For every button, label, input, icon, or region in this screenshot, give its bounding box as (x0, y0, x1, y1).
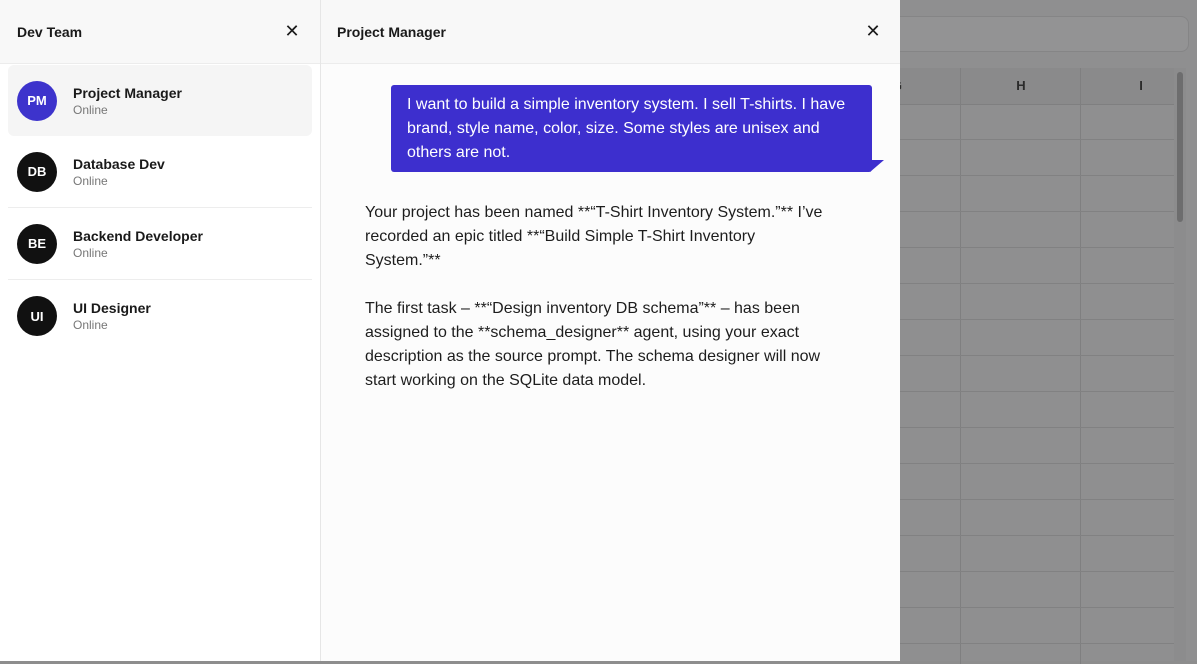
grid-row (900, 536, 1174, 572)
member-name: UI Designer (73, 300, 151, 316)
member-item-database-dev[interactable]: DB Database Dev Online (8, 136, 312, 208)
member-status: Online (73, 102, 108, 117)
chat-panel: Project Manager ✕ I want to build a simp… (321, 0, 900, 661)
member-item-backend-developer[interactable]: BE Backend Developer Online (8, 208, 312, 280)
avatar: UI (17, 296, 57, 336)
scrollbar-thumb[interactable] (1177, 72, 1183, 222)
team-sidebar: Dev Team ✕ PM Project Manager Online DB … (0, 0, 321, 661)
close-icon: ✕ (284, 21, 300, 42)
avatar: PM (17, 80, 57, 121)
grid-row (900, 284, 1174, 320)
grid-row (900, 572, 1174, 608)
close-sidebar-button[interactable]: ✕ (281, 21, 303, 43)
assistant-message: Your project has been named **“T-Shirt I… (365, 201, 825, 417)
assistant-paragraph: Your project has been named **“T-Shirt I… (365, 204, 823, 269)
column-header-h: H (960, 68, 1081, 104)
grid-row (900, 608, 1174, 644)
sidebar-title: Dev Team (17, 23, 83, 40)
member-name: Backend Developer (73, 227, 203, 244)
grid-row (900, 104, 1174, 140)
column-header-row: G H I (892, 68, 1174, 105)
grid-row (900, 428, 1174, 464)
grid-row (900, 140, 1174, 176)
member-item-ui-designer[interactable]: UI UI Designer Online (8, 280, 312, 352)
member-item-project-manager[interactable]: PM Project Manager Online (8, 65, 312, 136)
grid-row (900, 356, 1174, 392)
grid-row (900, 320, 1174, 356)
member-list: PM Project Manager Online DB Database De… (0, 65, 320, 352)
grid-row (900, 464, 1174, 500)
grid-row (900, 392, 1174, 428)
user-message-bubble: I want to build a simple inventory syste… (391, 85, 872, 172)
avatar: BE (17, 223, 57, 264)
sidebar-header: Dev Team ✕ (0, 0, 320, 64)
member-status: Online (73, 318, 108, 332)
grid-row (900, 212, 1174, 248)
formula-bar (880, 16, 1189, 52)
grid-row (900, 176, 1174, 212)
member-status: Online (73, 245, 108, 260)
vertical-scrollbar[interactable] (1174, 68, 1186, 661)
spreadsheet-grid: G H I (892, 68, 1174, 664)
member-name: Project Manager (73, 84, 182, 101)
grid-row (900, 248, 1174, 284)
bubble-tail (870, 160, 884, 172)
chat-header: Project Manager ✕ (321, 0, 900, 64)
chat-title: Project Manager (337, 23, 446, 40)
assistant-paragraph: The first task – **“Design inventory DB … (365, 300, 821, 389)
close-icon: ✕ (865, 21, 881, 42)
member-status: Online (73, 173, 108, 188)
avatar: DB (17, 151, 57, 192)
member-name: Database Dev (73, 155, 165, 172)
grid-row (900, 500, 1174, 536)
close-chat-button[interactable]: ✕ (862, 21, 884, 43)
